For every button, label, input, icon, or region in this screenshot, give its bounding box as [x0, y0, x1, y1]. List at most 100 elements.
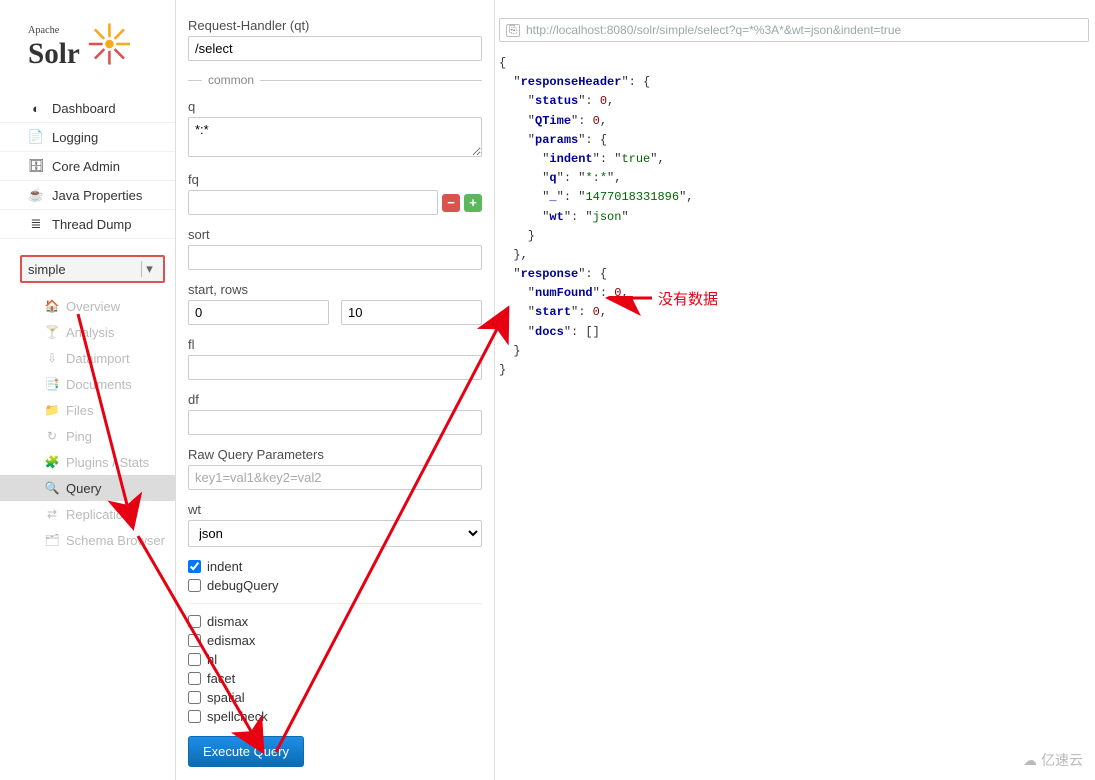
link-icon: ⎘ — [506, 24, 520, 37]
start-rows-label: start, rows — [188, 282, 482, 297]
analysis-icon: 🍸 — [44, 324, 60, 340]
subnav-ping[interactable]: ↻ Ping — [0, 423, 175, 449]
common-divider: common — [188, 73, 482, 87]
subnav-replication[interactable]: ⇄ Replication — [0, 501, 175, 527]
hl-checkbox[interactable] — [188, 653, 201, 666]
q-input[interactable] — [188, 117, 482, 157]
subnav-label: Ping — [66, 429, 92, 444]
result-panel: ⎘ http://localhost:8080/solr/simple/sele… — [495, 0, 1095, 780]
edismax-checkbox[interactable] — [188, 634, 201, 647]
subnav-schema[interactable]: 🗂 Schema Browser — [0, 527, 175, 553]
nav-thread-dump[interactable]: ≣ Thread Dump — [0, 210, 175, 239]
raw-input[interactable] — [188, 465, 482, 490]
nav-core-admin[interactable]: 🗄 Core Admin — [0, 152, 175, 181]
result-url-bar[interactable]: ⎘ http://localhost:8080/solr/simple/sele… — [499, 18, 1089, 42]
indent-label: indent — [207, 559, 242, 574]
subnav-label: Analysis — [66, 325, 114, 340]
java-icon: ☕ — [28, 187, 44, 203]
dashboard-icon: ◐ — [28, 100, 44, 116]
spellcheck-checkbox[interactable] — [188, 710, 201, 723]
core-admin-icon: 🗄 — [28, 158, 44, 174]
json-output: { "responseHeader": { "status": 0, "QTim… — [495, 42, 1095, 380]
main-nav: ◐ Dashboard 📄 Logging 🗄 Core Admin ☕ Java Pr… — [0, 94, 175, 239]
watermark: ☁ 亿速云 — [1023, 750, 1083, 770]
query-form: Request-Handler (qt) common q fq − + sor… — [175, 0, 495, 780]
indent-checkbox[interactable] — [188, 560, 201, 573]
subnav-plugins[interactable]: 🧩 Plugins / Stats — [0, 449, 175, 475]
rows-input[interactable] — [341, 300, 482, 325]
sort-label: sort — [188, 227, 482, 242]
facet-label: facet — [207, 671, 235, 686]
logging-icon: 📄 — [28, 129, 44, 145]
core-select-value: simple — [28, 262, 66, 277]
dismax-checkbox[interactable] — [188, 615, 201, 628]
df-input[interactable] — [188, 410, 482, 435]
edismax-label: edismax — [207, 633, 255, 648]
subnav-label: Plugins / Stats — [66, 455, 149, 470]
wt-label: wt — [188, 502, 482, 517]
home-icon: 🏠 — [44, 298, 60, 314]
fq-label: fq — [188, 172, 482, 187]
spatial-checkbox[interactable] — [188, 691, 201, 704]
subnav-label: Query — [66, 481, 101, 496]
raw-label: Raw Query Parameters — [188, 447, 482, 462]
nav-label: Java Properties — [52, 188, 142, 203]
nav-dashboard[interactable]: ◐ Dashboard — [0, 94, 175, 123]
thread-icon: ≣ — [28, 216, 44, 232]
fl-label: fl — [188, 337, 482, 352]
nav-label: Core Admin — [52, 159, 120, 174]
subnav-label: Files — [66, 403, 93, 418]
dismax-label: dismax — [207, 614, 248, 629]
fq-remove-button[interactable]: − — [442, 194, 460, 212]
fq-add-button[interactable]: + — [464, 194, 482, 212]
spatial-label: spatial — [207, 690, 245, 705]
nav-logging[interactable]: 📄 Logging — [0, 123, 175, 152]
facet-checkbox[interactable] — [188, 672, 201, 685]
logo: Apache Solr — [0, 10, 175, 94]
df-label: df — [188, 392, 482, 407]
wt-select[interactable]: json — [188, 520, 482, 547]
cloud-icon: ☁ — [1023, 752, 1037, 769]
fq-input[interactable] — [188, 190, 438, 215]
start-input[interactable] — [188, 300, 329, 325]
replication-icon: ⇄ — [44, 506, 60, 522]
chevron-down-icon: ▾ — [141, 261, 157, 277]
spellcheck-label: spellcheck — [207, 709, 268, 724]
fl-input[interactable] — [188, 355, 482, 380]
subnav-documents[interactable]: 📑 Documents — [0, 371, 175, 397]
sort-input[interactable] — [188, 245, 482, 270]
annotation-text: 没有数据 — [658, 288, 718, 309]
search-icon: 🔍 — [44, 480, 60, 496]
documents-icon: 📑 — [44, 376, 60, 392]
nav-label: Logging — [52, 130, 98, 145]
import-icon: ⇩ — [44, 350, 60, 366]
subnav-analysis[interactable]: 🍸 Analysis — [0, 319, 175, 345]
core-selector[interactable]: simple ▾ — [20, 255, 165, 283]
hl-label: hl — [207, 652, 217, 667]
subnav-label: Dataimport — [66, 351, 130, 366]
nav-label: Dashboard — [52, 101, 116, 116]
sidebar: Apache Solr ◐Dashboard 📄Logging 🗄Core — [0, 0, 175, 780]
schema-icon: 🗂 — [44, 532, 60, 548]
debug-label: debugQuery — [207, 578, 279, 593]
subnav-overview[interactable]: 🏠 Overview — [0, 293, 175, 319]
request-handler-input[interactable] — [188, 36, 482, 61]
debug-checkbox[interactable] — [188, 579, 201, 592]
execute-query-button[interactable]: Execute Query — [188, 736, 304, 767]
nav-label: Thread Dump — [52, 217, 131, 232]
subnav-query[interactable]: 🔍 Query — [0, 475, 175, 501]
logo-main: Solr — [28, 38, 80, 70]
q-label: q — [188, 99, 482, 114]
plugins-icon: 🧩 — [44, 454, 60, 470]
request-handler-label: Request-Handler (qt) — [188, 18, 482, 33]
files-icon: 📁 — [44, 402, 60, 418]
subnav-label: Overview — [66, 299, 120, 314]
subnav-dataimport[interactable]: ⇩ Dataimport — [0, 345, 175, 371]
subnav-label: Replication — [66, 507, 130, 522]
nav-java-properties[interactable]: ☕ Java Properties — [0, 181, 175, 210]
subnav-label: Documents — [66, 377, 132, 392]
subnav-files[interactable]: 📁 Files — [0, 397, 175, 423]
subnav-label: Schema Browser — [66, 533, 165, 548]
ping-icon: ↻ — [44, 428, 60, 444]
result-url-text: http://localhost:8080/solr/simple/select… — [526, 23, 901, 37]
